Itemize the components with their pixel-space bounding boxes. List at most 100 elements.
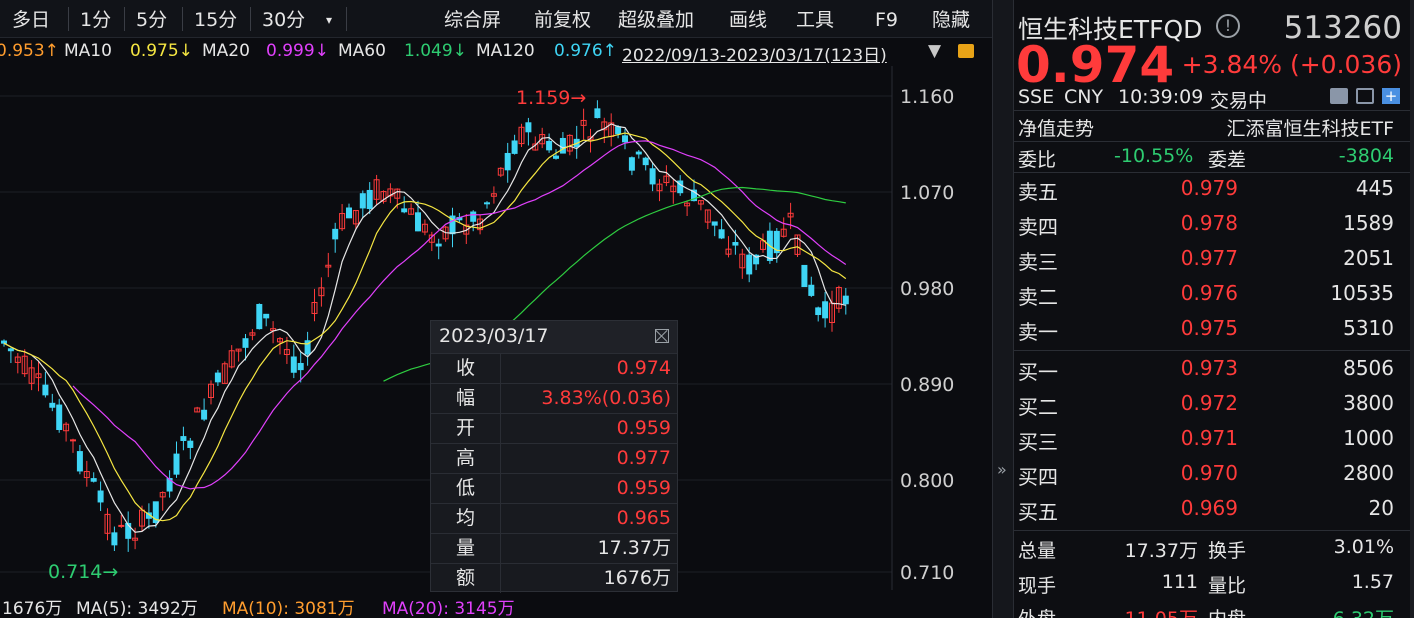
tooltip-header: 2023/03/17 <box>431 321 677 353</box>
candle-body <box>297 362 304 371</box>
ask-volume: 445 <box>1355 176 1394 200</box>
quote-time: 10:39:09 <box>1118 86 1204 108</box>
bid-price: 0.971 <box>1180 426 1238 450</box>
composite-screen-button[interactable]: 综合屏 <box>444 6 501 34</box>
candle-body <box>346 207 352 219</box>
tooltip-row-close: 收 0.974 <box>431 353 677 383</box>
hide-button[interactable]: 隐藏 <box>932 6 970 34</box>
candle-body <box>801 264 808 288</box>
nav-trend-link[interactable]: 净值走势 <box>1018 114 1094 141</box>
candle-body <box>808 284 815 296</box>
date-range-link[interactable]: 2022/09/13-2023/03/17(123日) <box>622 41 887 66</box>
tooltip-value: 17.37万 <box>597 537 671 559</box>
candle-body <box>559 137 566 154</box>
tooltip-value: 0.965 <box>616 507 671 529</box>
tab-multi-day[interactable]: 多日 <box>12 6 50 34</box>
candle-body <box>546 140 553 151</box>
ask-label: 卖四 <box>1018 215 1058 239</box>
candle-body <box>635 151 642 155</box>
tooltip-date: 2023/03/17 <box>439 325 549 347</box>
panel-collapse-strip[interactable]: » <box>992 0 1014 618</box>
lock-icon[interactable] <box>958 44 974 58</box>
bell-icon[interactable] <box>1356 88 1374 104</box>
candle-body <box>470 211 477 222</box>
expand-arrow-icon[interactable]: » <box>997 460 1007 479</box>
tooltip-label: 量 <box>431 534 501 563</box>
ask-price: 0.979 <box>1180 176 1238 200</box>
info-icon[interactable]: ! <box>1216 14 1240 38</box>
candle-body <box>711 221 718 226</box>
tab-15min[interactable]: 15分 <box>194 6 237 34</box>
tooltip-row-avg: 均 0.965 <box>431 503 677 533</box>
f9-button[interactable]: F9 <box>875 6 898 34</box>
candle-body <box>842 295 849 305</box>
candle-body <box>56 404 63 431</box>
tab-1min[interactable]: 1分 <box>80 6 111 34</box>
candle-body <box>332 228 339 240</box>
tooltip-value: 0.959 <box>616 477 671 499</box>
candle-body <box>615 126 622 135</box>
tools-button[interactable]: 工具 <box>796 6 834 34</box>
y-tick-label: 0.980 <box>900 278 954 300</box>
y-tick-label: 0.890 <box>900 374 954 396</box>
tab-5min[interactable]: 5分 <box>136 6 167 34</box>
forward-adjust-button[interactable]: 前复权 <box>534 6 591 34</box>
stat-label: 内盘 <box>1208 604 1246 618</box>
candle-body <box>484 202 490 205</box>
tab-30min[interactable]: 30分 <box>262 6 305 34</box>
divider <box>1014 530 1410 531</box>
candle-body <box>214 372 221 383</box>
candle-body <box>642 157 649 166</box>
tooltip-label: 均 <box>431 504 501 533</box>
stat-label: 换手 <box>1208 540 1247 562</box>
ma10-line <box>3 132 847 522</box>
tooltip-label: 收 <box>431 354 501 383</box>
dropdown-icon[interactable]: ▼ <box>928 41 941 61</box>
candle-body <box>70 439 76 442</box>
fund-name: 汇添富恒生科技ETF <box>1226 118 1394 140</box>
candle-body <box>76 451 83 472</box>
ask-volume: 1589 <box>1343 211 1394 235</box>
quote-panel: 恒生科技ETFQD ! 513260 0.974 +3.84% (+0.036)… <box>1014 0 1410 618</box>
ask-label: 卖三 <box>1018 250 1058 274</box>
stat-value: 1.57 <box>1351 571 1394 593</box>
add-icon[interactable]: + <box>1382 88 1400 104</box>
tooltip-value: 0.959 <box>616 417 671 439</box>
tooltip-value: 0.977 <box>616 447 671 469</box>
close-icon[interactable] <box>655 329 669 343</box>
high-price-label: 1.159→ <box>516 87 586 109</box>
ma10-label: MA10 <box>64 41 112 61</box>
ma5-value: 0.953↑ <box>0 41 59 61</box>
tooltip-value: 1676万 <box>603 567 671 589</box>
bid-volume: 2800 <box>1343 461 1394 485</box>
volume-legend: 1676万 MA(5): 3492万 MA(10): 3081万 MA(20):… <box>0 590 992 618</box>
ma-legend: 0.953↑ MA10 0.975↓ MA20 0.999↓ MA60 1.04… <box>0 38 992 66</box>
ask-label: 卖二 <box>1018 285 1058 309</box>
period-dropdown-icon[interactable]: ▾ <box>326 6 332 34</box>
stat-label: 量比 <box>1208 575 1247 597</box>
ask-label: 卖一 <box>1018 320 1058 344</box>
ask-volume: 2051 <box>1343 246 1394 270</box>
divider <box>68 7 69 31</box>
bid-label: 买二 <box>1018 395 1058 419</box>
candle-body <box>401 208 408 213</box>
candle-body <box>746 254 753 275</box>
y-tick-label: 0.800 <box>900 470 954 492</box>
draw-line-button[interactable]: 画线 <box>729 6 767 34</box>
super-overlay-button[interactable]: 超级叠加 <box>618 6 694 34</box>
tooltip-label: 高 <box>431 444 501 473</box>
edit-icon[interactable] <box>1330 88 1348 104</box>
bid-label: 买一 <box>1018 360 1058 384</box>
ma10-value: 0.975↓ <box>130 41 193 61</box>
y-tick-label: 1.160 <box>900 86 954 108</box>
stat-label: 现手 <box>1018 575 1057 597</box>
tooltip-row-change: 幅 3.83%(0.036) <box>431 383 677 413</box>
ma60-value: 1.049↓ <box>404 41 467 61</box>
candle-body <box>649 168 656 185</box>
vol-ma10: MA(10): 3081万 <box>222 599 355 618</box>
candle-body <box>263 313 270 319</box>
ma20-value: 0.999↓ <box>266 41 329 61</box>
divider <box>1014 141 1410 142</box>
bid-volume: 20 <box>1368 496 1394 520</box>
low-price-label: 0.714→ <box>48 561 118 583</box>
